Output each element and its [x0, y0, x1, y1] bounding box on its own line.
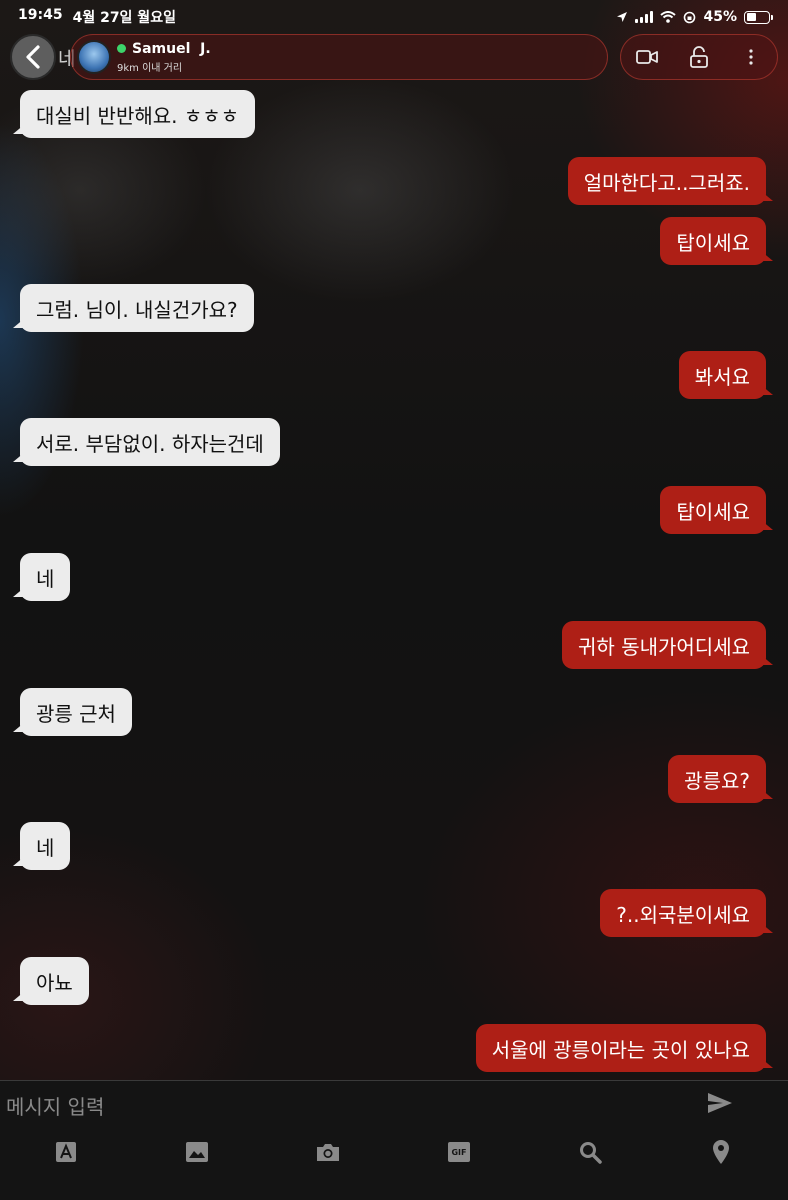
message-list[interactable]: 대실비 반반해요. ㅎㅎㅎ 얼마한다고..그러죠. 탑이세요 그럼. 님이. 내… — [0, 0, 788, 1080]
message-bubble-incoming[interactable]: 대실비 반반해요. ㅎㅎㅎ — [12, 90, 256, 138]
message-bubble-outgoing[interactable]: 광릉요? — [668, 755, 773, 803]
camera-icon — [317, 1144, 339, 1161]
search-button[interactable] — [577, 1139, 603, 1165]
message-bubble-incoming[interactable]: 네 — [12, 553, 71, 601]
avatar[interactable] — [77, 40, 111, 74]
video-call-button[interactable] — [627, 37, 667, 77]
composer-toolbar: GIF — [0, 1139, 788, 1165]
send-button[interactable] — [706, 1091, 738, 1119]
lock-icon — [690, 46, 708, 68]
message-input[interactable]: 메시지 입력 — [6, 1091, 686, 1119]
video-camera-icon — [636, 50, 658, 64]
battery-level — [746, 13, 756, 21]
wifi-icon — [660, 11, 677, 23]
online-status-dot — [117, 44, 126, 53]
location-arrow-icon — [617, 12, 628, 22]
more-vertical-icon — [749, 49, 753, 65]
send-icon — [708, 1093, 732, 1113]
header-actions — [620, 34, 778, 80]
contact-distance: 9km 이내 거리 — [117, 62, 183, 74]
status-time: 19:45 — [18, 7, 63, 23]
message-bubble-incoming[interactable]: 네 — [12, 822, 71, 870]
image-icon — [186, 1142, 208, 1162]
location-button[interactable] — [708, 1139, 734, 1165]
text-a-icon — [56, 1142, 76, 1162]
more-options-button[interactable] — [731, 37, 771, 77]
orientation-lock-icon — [684, 11, 696, 23]
cellular-signal-icon — [635, 11, 654, 23]
message-bubble-outgoing[interactable]: 귀하 동내가어디세요 — [562, 621, 773, 669]
gif-label: GIF — [451, 1147, 467, 1157]
battery-percent: 45% — [703, 9, 737, 25]
back-button[interactable] — [10, 34, 56, 80]
message-bubble-outgoing[interactable]: 탑이세요 — [660, 217, 773, 265]
message-bubble-incoming[interactable]: 아뇨 — [13, 957, 89, 1005]
battery-icon — [744, 10, 773, 24]
chevron-left-icon — [26, 45, 40, 69]
message-composer: 메시지 입력 GIF — [0, 1080, 788, 1200]
message-bubble-outgoing[interactable]: 얼마한다고..그러죠. — [567, 157, 774, 205]
status-bar: 19:45 4월 27일 월요일 45% — [0, 0, 788, 34]
search-icon — [580, 1142, 602, 1164]
text-style-button[interactable] — [53, 1139, 79, 1165]
private-album-lock-button[interactable] — [679, 37, 719, 77]
message-bubble-incoming[interactable]: 서로. 부담없이. 하자는건데 — [13, 418, 280, 466]
message-bubble-incoming[interactable]: 그럼. 님이. 내실건가요? — [13, 284, 254, 332]
status-date: 4월 27일 월요일 — [72, 10, 176, 26]
message-bubble-outgoing[interactable]: ?..외국분이세요 — [600, 889, 773, 937]
gif-button[interactable]: GIF — [446, 1139, 472, 1165]
camera-button[interactable] — [315, 1139, 341, 1165]
gallery-button[interactable] — [184, 1139, 210, 1165]
contact-name: Samuel J. — [132, 40, 211, 57]
message-bubble-outgoing[interactable]: 탑이세요 — [660, 486, 773, 534]
contact-header[interactable]: Samuel J. 9km 이내 거리 — [70, 34, 608, 80]
message-bubble-outgoing[interactable]: 봐서요 — [678, 351, 774, 399]
message-bubble-outgoing[interactable]: 서울에 광릉이라는 곳이 있나요 — [475, 1024, 774, 1072]
location-pin-icon — [713, 1140, 729, 1164]
message-bubble-incoming[interactable]: 광릉 근처 — [13, 688, 132, 736]
